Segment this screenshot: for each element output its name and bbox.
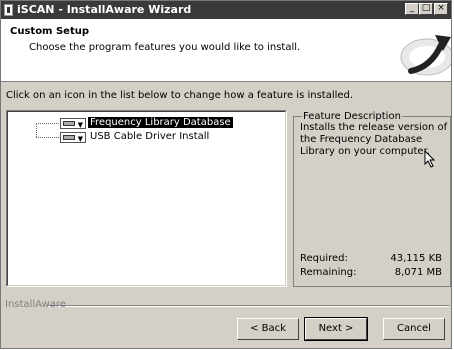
drive-dropdown-icon[interactable]: ▼ <box>60 132 86 143</box>
feature-item-usb-cable-driver-install[interactable]: USB Cable Driver Install <box>88 131 211 142</box>
cancel-button[interactable]: Cancel <box>383 318 445 340</box>
feature-item-frequency-library-database[interactable]: Frequency Library Database <box>88 117 233 128</box>
brand-label: InstallAware <box>5 299 66 310</box>
wizard-header: Custom Setup Choose the program features… <box>1 19 451 82</box>
mouse-pointer-icon <box>424 150 436 168</box>
back-button[interactable]: < Back <box>237 318 299 340</box>
window-title: iSCAN - InstallAware Wizard <box>17 3 192 16</box>
close-button[interactable]: × <box>434 3 448 15</box>
required-label: Required: <box>300 253 348 264</box>
remaining-label: Remaining: <box>300 267 357 278</box>
remaining-value: 8,071 MB <box>394 267 442 278</box>
installer-window: iSCAN - InstallAware Wizard _ □ × Custom… <box>0 0 452 349</box>
app-icon <box>4 4 13 16</box>
feature-description-legend: Feature Description <box>302 111 402 122</box>
required-space-row: Required: 43,115 KB <box>300 253 442 264</box>
feature-description-group: Feature Description Installs the release… <box>293 111 451 287</box>
installaware-logo-icon <box>400 35 451 76</box>
page-subtitle: Choose the program features you would li… <box>29 42 301 53</box>
minimize-button[interactable]: _ <box>405 3 419 15</box>
maximize-button[interactable]: □ <box>419 3 433 15</box>
remaining-space-row: Remaining: 8,071 MB <box>300 267 442 278</box>
instruction-text: Click on an icon in the list below to ch… <box>6 90 354 101</box>
title-bar[interactable]: iSCAN - InstallAware Wizard _ □ × <box>1 1 451 19</box>
drive-dropdown-icon[interactable]: ▼ <box>60 118 86 129</box>
feature-tree[interactable]: ▼ Frequency Library Database ▼ USB Cable… <box>6 110 287 287</box>
footer-divider <box>47 305 449 307</box>
required-value: 43,115 KB <box>390 253 442 264</box>
next-button[interactable]: Next > <box>304 317 368 341</box>
page-title: Custom Setup <box>10 26 90 37</box>
